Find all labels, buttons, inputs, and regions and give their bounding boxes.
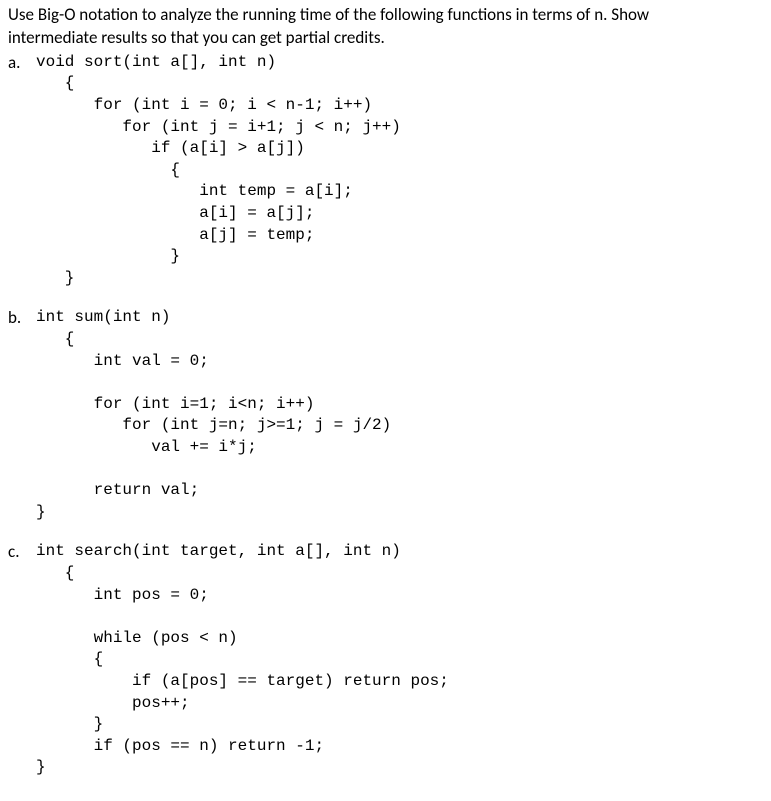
prompt-line-2: intermediate results so that you can get… — [8, 27, 385, 48]
part-c: c. int search(int target, int a[], int n… — [8, 541, 763, 779]
part-c-code: int search(int target, int a[], int n) {… — [36, 541, 449, 779]
part-a-code: void sort(int a[], int n) { for (int i =… — [36, 52, 401, 290]
part-b-code: int sum(int n) { int val = 0; for (int i… — [36, 307, 391, 523]
part-b: b. int sum(int n) { int val = 0; for (in… — [8, 307, 763, 523]
part-b-label: b. — [8, 307, 36, 330]
prompt-line-1: Use Big-O notation to analyze the runnin… — [8, 4, 649, 25]
part-c-label: c. — [8, 541, 36, 564]
question-prompt: Use Big-O notation to analyze the runnin… — [8, 4, 763, 50]
part-a-label: a. — [8, 52, 36, 75]
part-a: a. void sort(int a[], int n) { for (int … — [8, 52, 763, 290]
